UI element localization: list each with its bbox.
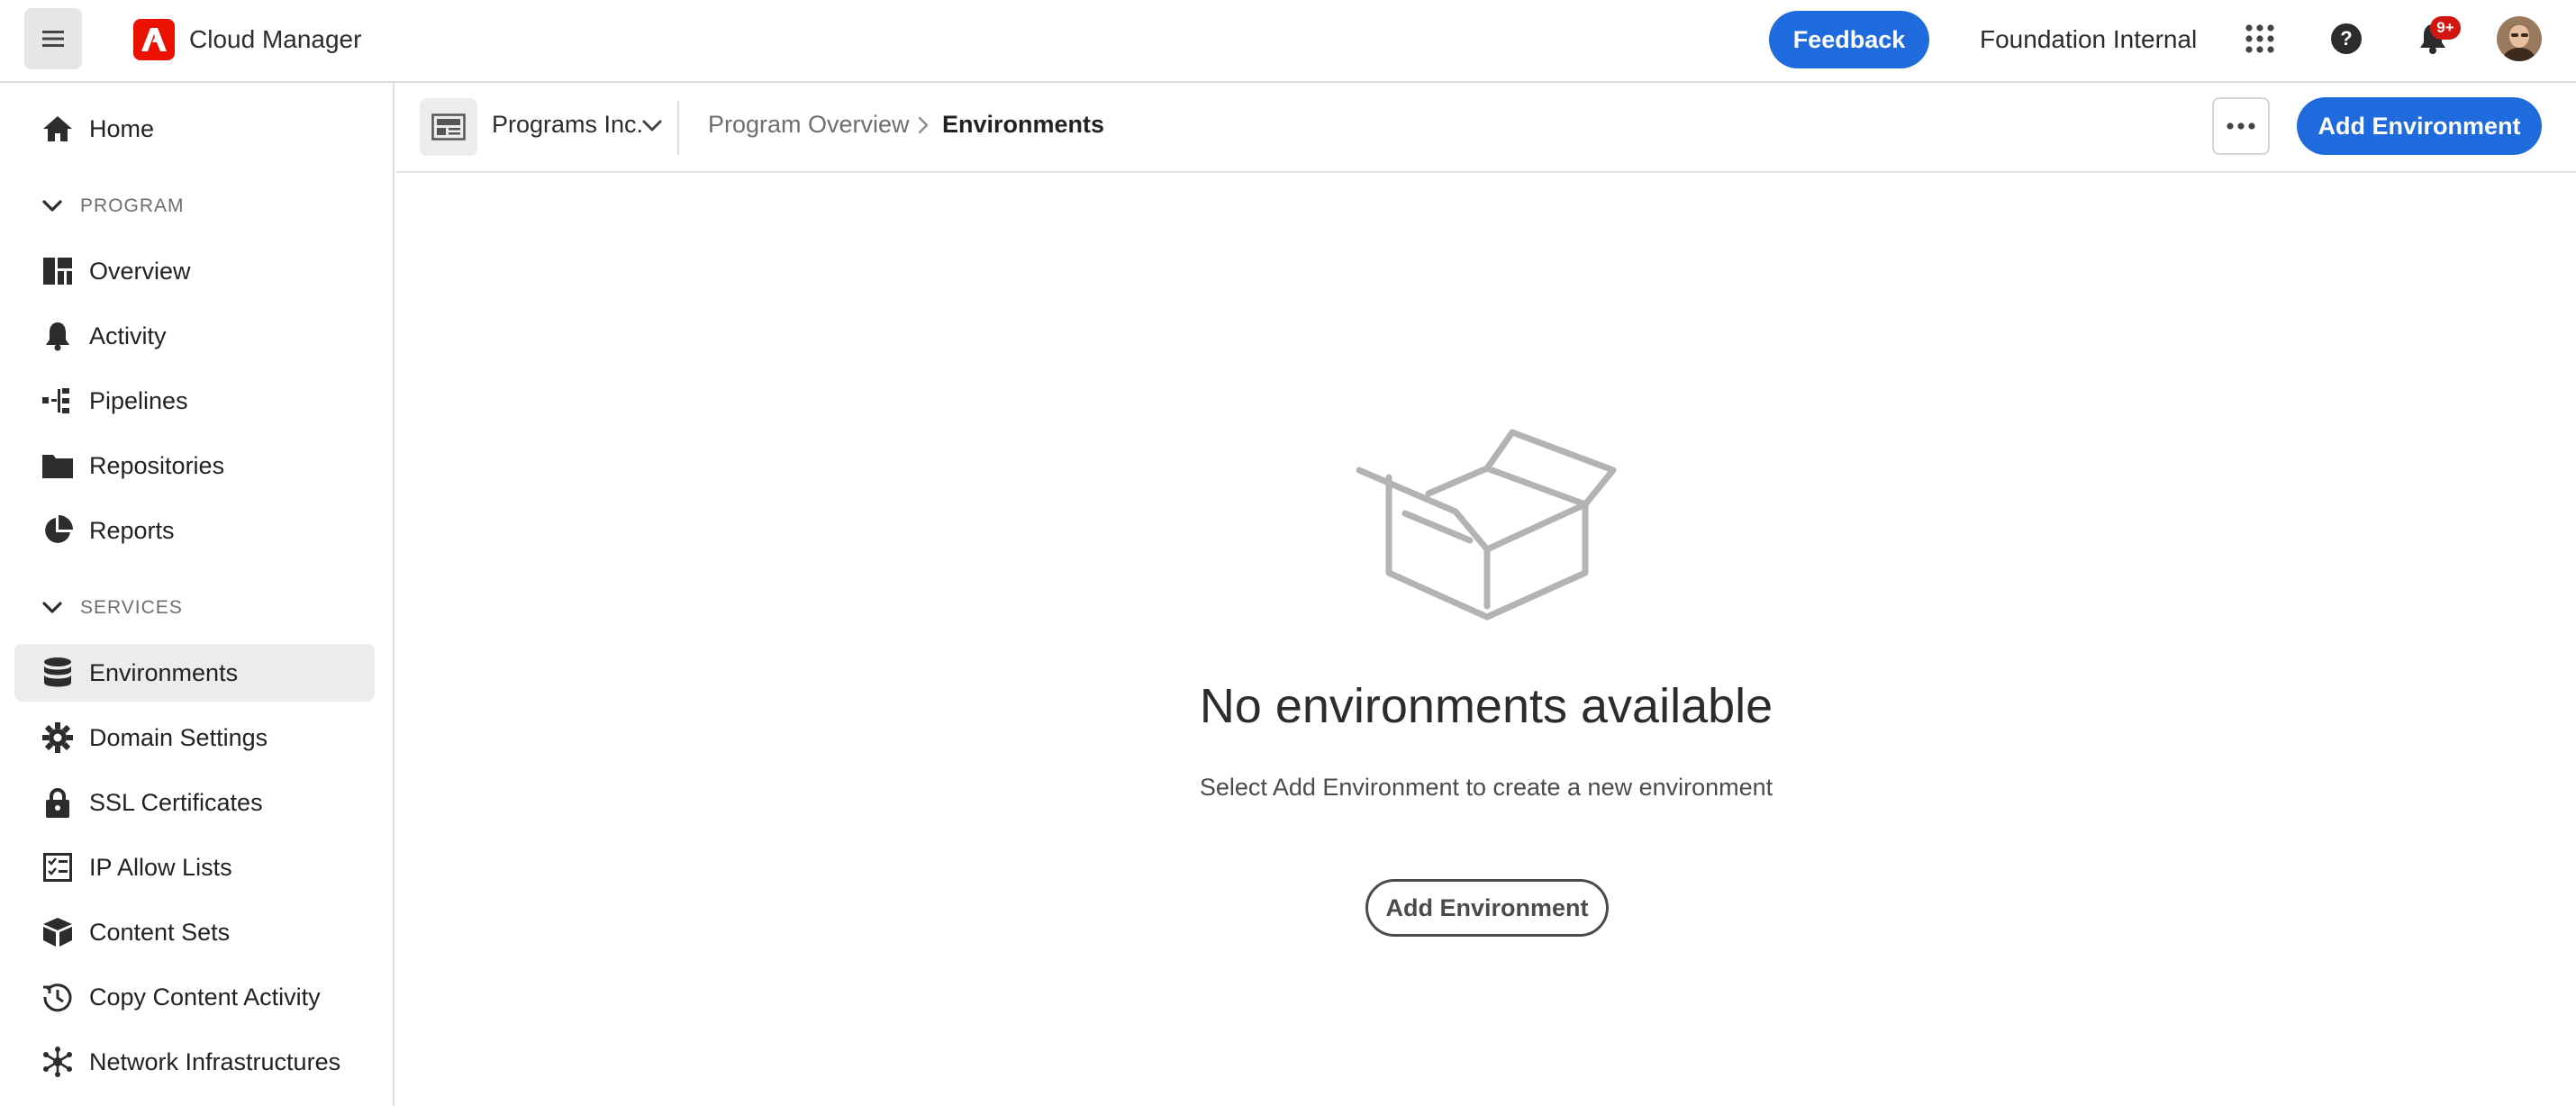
chevron-down-icon <box>40 595 65 621</box>
chevron-right-icon <box>913 115 933 135</box>
sidebar-item-label: Copy Content Activity <box>89 983 321 1011</box>
folder-icon <box>41 449 74 482</box>
empty-state-title: No environments available <box>1199 679 1773 733</box>
add-environment-button[interactable]: Add Environment <box>2297 97 2542 155</box>
section-label: SERVICES <box>80 597 183 618</box>
sidebar-item-ip-allow-lists[interactable]: IP Allow Lists <box>14 839 375 896</box>
section-header-services[interactable]: SERVICES <box>40 594 182 621</box>
boxes-icon <box>41 916 74 948</box>
top-bar: Cloud Manager Feedback Foundation Intern… <box>0 0 2576 83</box>
sidebar-item-content-sets[interactable]: Content Sets <box>14 903 375 961</box>
divider <box>677 101 679 155</box>
sidebar: Home PROGRAM Overview Activity Pipelines… <box>0 83 395 1106</box>
pie-chart-icon <box>41 514 74 547</box>
sidebar-item-label: Reports <box>89 516 175 544</box>
hamburger-menu-button[interactable] <box>24 8 82 69</box>
pipeline-icon <box>41 385 74 417</box>
page-header: Programs Inc. Program Overview Environme… <box>396 85 2576 173</box>
app-grid-icon[interactable] <box>2241 20 2279 58</box>
sidebar-item-environments[interactable]: Environments <box>14 644 375 702</box>
sidebar-item-repositories[interactable]: Repositories <box>14 437 375 494</box>
sidebar-item-reports[interactable]: Reports <box>14 502 375 559</box>
sidebar-item-pipelines[interactable]: Pipelines <box>14 372 375 430</box>
bell-icon <box>41 320 74 352</box>
sidebar-item-label: Environments <box>89 658 239 686</box>
app-title[interactable]: Cloud Manager <box>189 23 361 56</box>
database-icon <box>41 657 74 689</box>
sidebar-item-network-infrastructures[interactable]: Network Infrastructures <box>14 1033 375 1091</box>
sidebar-item-label: Repositories <box>89 451 225 479</box>
program-selector[interactable]: Programs Inc. <box>492 111 643 139</box>
section-header-program[interactable]: PROGRAM <box>40 193 184 220</box>
more-icon <box>2227 122 2255 130</box>
sidebar-item-label: Network Infrastructures <box>89 1047 341 1075</box>
sidebar-item-copy-content-activity[interactable]: Copy Content Activity <box>14 968 375 1026</box>
sidebar-item-domain-settings[interactable]: Domain Settings <box>14 709 375 766</box>
feedback-button[interactable]: Feedback <box>1769 11 1929 68</box>
sidebar-item-home[interactable]: Home <box>14 100 375 158</box>
sidebar-item-label: Activity <box>89 322 167 349</box>
sidebar-item-label: Overview <box>89 257 191 285</box>
hamburger-icon <box>42 31 64 47</box>
notification-badge: 9+ <box>2430 16 2461 40</box>
user-avatar-icon[interactable] <box>2497 16 2542 61</box>
more-actions-button[interactable] <box>2212 97 2270 155</box>
network-icon <box>41 1046 74 1078</box>
empty-state-add-environment-button[interactable]: Add Environment <box>1365 879 1609 937</box>
svg-text:?: ? <box>2340 27 2352 50</box>
breadcrumb-current: Environments <box>942 111 1105 138</box>
sidebar-item-label: IP Allow Lists <box>89 853 232 881</box>
sidebar-item-label: Domain Settings <box>89 723 268 751</box>
section-label: PROGRAM <box>80 195 185 216</box>
help-icon[interactable]: ? <box>2327 20 2365 58</box>
open-box-illustration <box>1356 429 1617 621</box>
org-switcher[interactable]: Foundation Internal <box>1980 23 2197 56</box>
lock-icon <box>41 786 74 819</box>
sidebar-item-label: Home <box>89 114 155 142</box>
dashboard-icon <box>41 255 74 287</box>
home-icon <box>41 113 74 145</box>
sidebar-item-activity[interactable]: Activity <box>14 307 375 365</box>
adobe-logo-icon[interactable] <box>133 19 175 60</box>
breadcrumb-program-overview[interactable]: Program Overview <box>708 111 910 139</box>
empty-state-description: Select Add Environment to create a new e… <box>1199 774 1773 801</box>
program-card-icon[interactable] <box>420 98 477 156</box>
sidebar-item-label: Content Sets <box>89 918 231 946</box>
sidebar-item-label: Pipelines <box>89 386 188 414</box>
chevron-down-icon[interactable] <box>639 113 665 139</box>
sidebar-item-ssl-certificates[interactable]: SSL Certificates <box>14 774 375 831</box>
history-icon <box>41 981 74 1013</box>
sidebar-item-overview[interactable]: Overview <box>14 242 375 300</box>
chevron-down-icon <box>40 194 65 219</box>
gear-icon <box>41 721 74 754</box>
sidebar-item-label: SSL Certificates <box>89 788 263 816</box>
checklist-icon <box>41 851 74 884</box>
